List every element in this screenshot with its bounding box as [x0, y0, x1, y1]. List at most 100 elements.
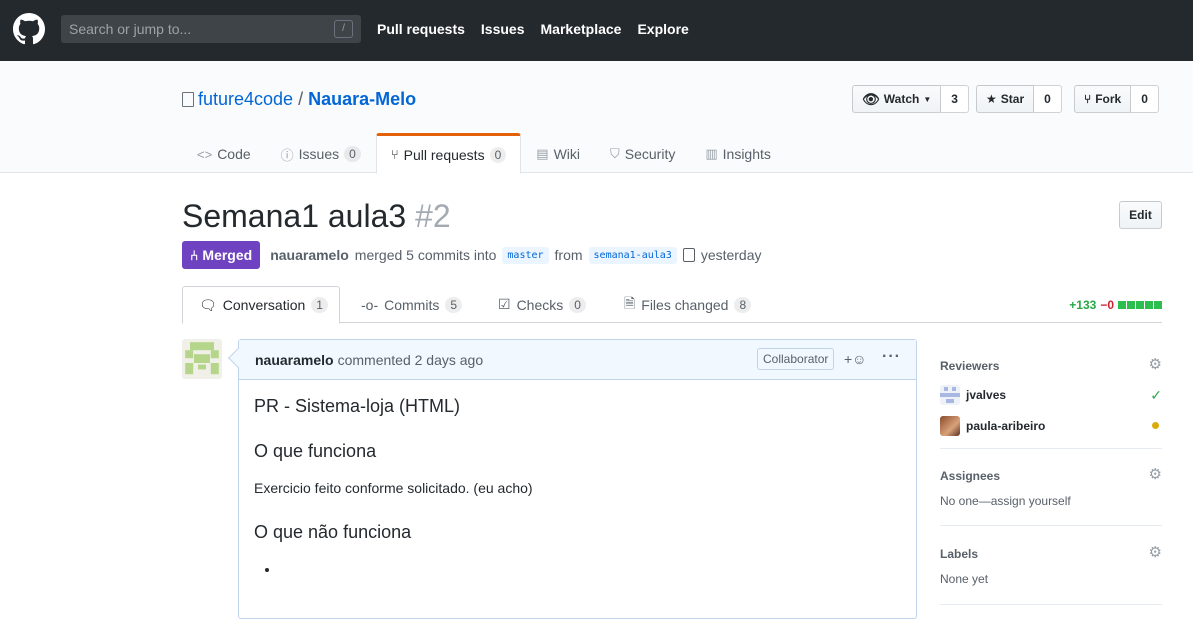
star-label: Star — [1000, 92, 1025, 106]
commits-counter: 5 — [445, 296, 463, 313]
kebab-menu-icon[interactable]: ··· — [882, 348, 901, 366]
fork-button[interactable]: ⑂ Fork — [1074, 85, 1132, 113]
tab-files-changed[interactable]: 🗎 Files changed 8 — [608, 286, 767, 323]
labels-section: Labels ⚙ None yet — [940, 526, 1162, 605]
star-group: ★ Star 0 — [976, 85, 1062, 113]
reviewers-section: Reviewers ⚙ jvalves ✓ paula-aribeiro — [940, 339, 1162, 449]
merged-time: yesterday — [700, 247, 762, 263]
nav-pull-requests[interactable]: Pull requests — [377, 21, 465, 37]
search-placeholder: Search or jump to... — [69, 21, 192, 37]
repo-book-icon — [182, 92, 194, 107]
merged-text: merged 5 commits into — [354, 247, 497, 263]
tab-wiki[interactable]: ▤ Wiki — [521, 133, 595, 173]
slash-shortcut-hint: / — [334, 20, 353, 38]
shield-icon: ⛉ — [610, 146, 620, 161]
comment-arrow — [228, 348, 248, 368]
git-commit-icon: -o- — [361, 296, 379, 313]
tab-label: Insights — [722, 146, 771, 162]
from-text: from — [554, 247, 583, 263]
avatar[interactable] — [940, 416, 960, 436]
fork-count[interactable]: 0 — [1131, 85, 1159, 113]
tab-security[interactable]: ⛉ Security — [595, 133, 690, 173]
reviewer-item: paula-aribeiro — [940, 416, 1162, 436]
tab-pull-requests[interactable]: ⑂ Pull requests 0 — [375, 133, 522, 174]
tab-checks[interactable]: ☑ Checks 0 — [482, 286, 602, 323]
tab-conversation[interactable]: 🗨 Conversation 1 — [182, 286, 340, 324]
tab-label: Security — [624, 146, 676, 162]
assignees-text[interactable]: No one—assign yourself — [940, 494, 1162, 508]
star-count[interactable]: 0 — [1034, 85, 1062, 113]
comment-author-link[interactable]: nauaramelo — [255, 352, 334, 368]
clipboard-icon[interactable] — [682, 248, 695, 262]
pr-title-text: Semana1 aula3 — [182, 198, 407, 234]
head-branch[interactable]: semana1-aula3 — [588, 246, 677, 264]
tab-issues[interactable]: ⓘ Issues 0 — [266, 133, 376, 173]
avatar[interactable] — [940, 385, 960, 405]
pr-meta: ⑃ Merged nauaramelo merged 5 commits int… — [182, 241, 762, 269]
watch-count[interactable]: 3 — [941, 85, 969, 113]
comment-paragraph: Exercicio feito conforme solicitado. (eu… — [254, 480, 533, 496]
checklist-icon: ☑ — [498, 296, 511, 312]
comment-discussion-icon: 🗨 — [199, 296, 217, 313]
tab-label: Commits — [384, 296, 440, 313]
code-icon: <> — [197, 146, 213, 162]
nav-marketplace[interactable]: Marketplace — [541, 21, 622, 37]
watch-label: Watch — [883, 92, 920, 106]
tab-label: Issues — [298, 146, 340, 162]
issues-counter: 0 — [344, 146, 361, 162]
tab-commits[interactable]: -o- Commits 5 — [345, 286, 478, 323]
pr-author-link[interactable]: nauaramelo — [270, 247, 349, 263]
repo-separator: / — [298, 89, 304, 109]
edit-button[interactable]: Edit — [1119, 201, 1162, 229]
reviewer-item: jvalves ✓ — [940, 385, 1162, 405]
comment-subheading: O que não funciona — [254, 522, 412, 542]
star-button[interactable]: ★ Star — [976, 85, 1035, 113]
checks-counter: 0 — [569, 296, 586, 313]
reviewer-name[interactable]: jvalves — [966, 388, 1006, 402]
reviewers-title[interactable]: Reviewers — [940, 359, 999, 373]
assignees-title[interactable]: Assignees — [940, 469, 1000, 483]
repo-header: future4code / Nauara-Melo 👁 Watch ▼ 3 ★ … — [0, 61, 1193, 174]
tab-label: Pull requests — [403, 146, 485, 163]
gear-icon[interactable]: ⚙ — [1149, 355, 1162, 373]
issue-icon: ⓘ — [280, 147, 294, 163]
star-icon: ★ — [986, 92, 997, 106]
state-label: Merged — [202, 247, 253, 263]
repo-name-link[interactable]: Nauara-Melo — [308, 89, 416, 110]
github-logo-icon[interactable] — [13, 13, 45, 45]
git-merge-icon: ⑃ — [190, 247, 199, 263]
graph-icon: ▥ — [705, 146, 718, 161]
file-diff-icon: 🗎 — [624, 294, 636, 311]
git-pull-request-icon: ⑂ — [390, 147, 399, 162]
assignees-section: Assignees ⚙ No one—assign yourself — [940, 449, 1162, 526]
watch-group: 👁 Watch ▼ 3 — [852, 85, 969, 113]
global-nav: Pull requests Issues Marketplace Explore — [377, 21, 689, 37]
search-input[interactable]: Search or jump to... / — [61, 15, 361, 43]
repo-owner-link[interactable]: future4code — [198, 89, 293, 110]
caret-down-icon: ▼ — [923, 94, 932, 104]
comment-body: PR - Sistema-loja (HTML) O que funciona … — [239, 380, 916, 593]
reviewer-name[interactable]: paula-aribeiro — [966, 419, 1045, 433]
repo-title: future4code / Nauara-Melo — [182, 89, 416, 110]
pr-number: #2 — [415, 198, 451, 234]
collaborator-badge: Collaborator — [757, 348, 835, 370]
nav-explore[interactable]: Explore — [637, 21, 688, 37]
tab-label: Files changed — [641, 296, 729, 313]
gear-icon[interactable]: ⚙ — [1149, 543, 1162, 561]
watch-button[interactable]: 👁 Watch ▼ — [852, 85, 942, 113]
avatar[interactable] — [182, 339, 222, 379]
tab-code[interactable]: <> Code — [182, 133, 266, 173]
base-branch[interactable]: master — [502, 246, 549, 264]
additions-count: +133 — [1069, 298, 1097, 312]
comment-list — [280, 561, 901, 577]
fork-icon: ⑂ — [1084, 92, 1092, 106]
comment-heading: PR - Sistema-loja (HTML) — [254, 396, 461, 416]
diffstat-blocks — [1118, 301, 1162, 309]
gear-icon[interactable]: ⚙ — [1149, 465, 1162, 483]
comment-header: nauaramelo commented 2 days ago Collabor… — [228, 340, 916, 380]
comment-timestamp[interactable]: commented 2 days ago — [338, 352, 484, 368]
labels-title[interactable]: Labels — [940, 547, 978, 561]
tab-insights[interactable]: ▥ Insights — [690, 133, 786, 173]
nav-issues[interactable]: Issues — [481, 21, 525, 37]
add-reaction-icon[interactable]: +☺ — [844, 351, 866, 367]
